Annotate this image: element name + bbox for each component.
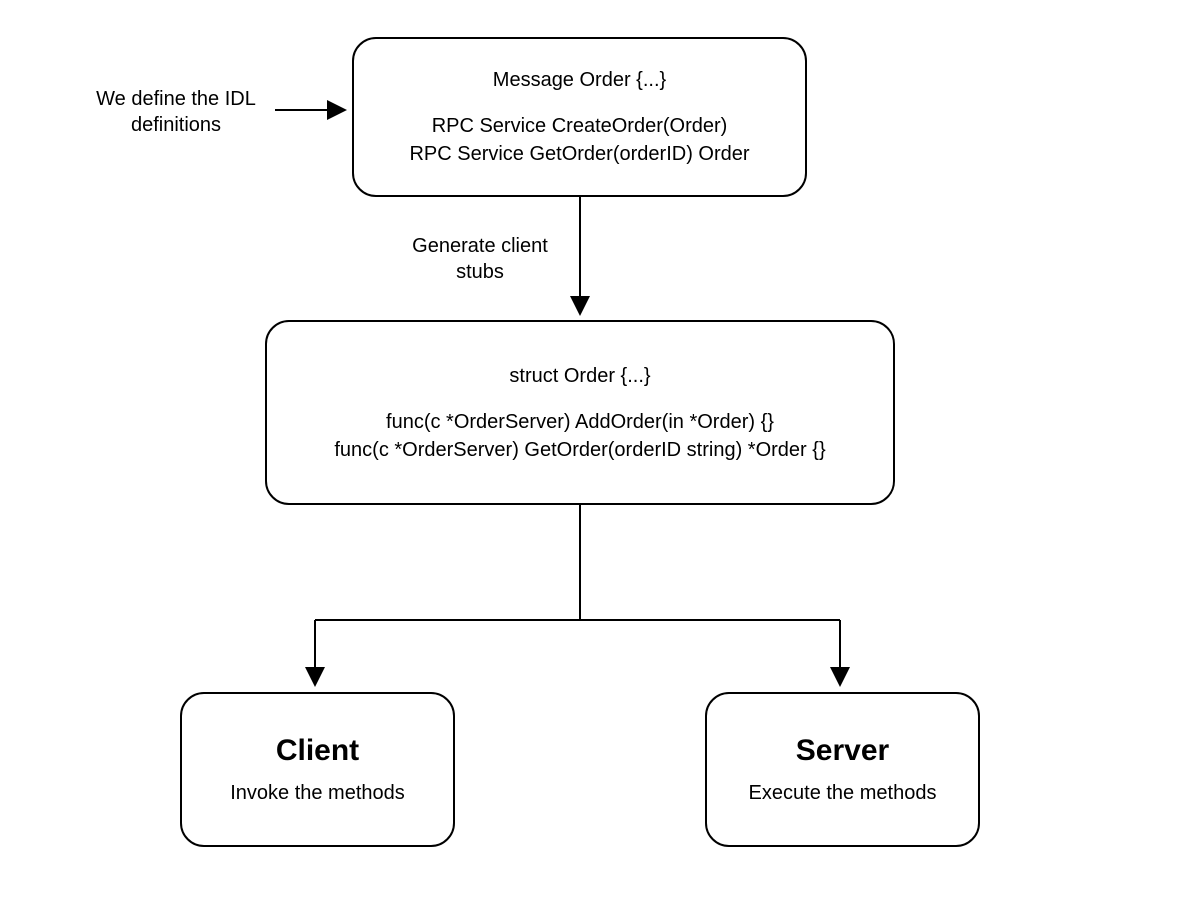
- idl-line3: RPC Service GetOrder(orderID) Order: [409, 140, 749, 168]
- client-title: Client: [276, 734, 359, 768]
- stubs-line1: struct Order {...}: [509, 362, 650, 390]
- stubs-line2: func(c *OrderServer) AddOrder(in *Order)…: [386, 408, 774, 436]
- stubs-box: struct Order {...} func(c *OrderServer) …: [265, 320, 895, 505]
- client-box: Client Invoke the methods: [180, 692, 455, 847]
- server-title: Server: [796, 734, 889, 768]
- idl-definition-label: We define the IDL definitions: [76, 86, 276, 138]
- arrow-to-box1: [275, 105, 355, 125]
- branch-arrows: [300, 505, 860, 695]
- stubs-line3: func(c *OrderServer) GetOrder(orderID st…: [334, 436, 825, 464]
- server-box: Server Execute the methods: [705, 692, 980, 847]
- idl-line2: RPC Service CreateOrder(Order): [432, 112, 728, 140]
- generate-stubs-label: Generate client stubs: [390, 233, 570, 285]
- idl-line1: Message Order {...}: [493, 66, 666, 94]
- arrow-box1-to-box2: [575, 197, 595, 322]
- idl-box: Message Order {...} RPC Service CreateOr…: [352, 37, 807, 197]
- client-subtitle: Invoke the methods: [230, 782, 405, 805]
- server-subtitle: Execute the methods: [749, 782, 937, 805]
